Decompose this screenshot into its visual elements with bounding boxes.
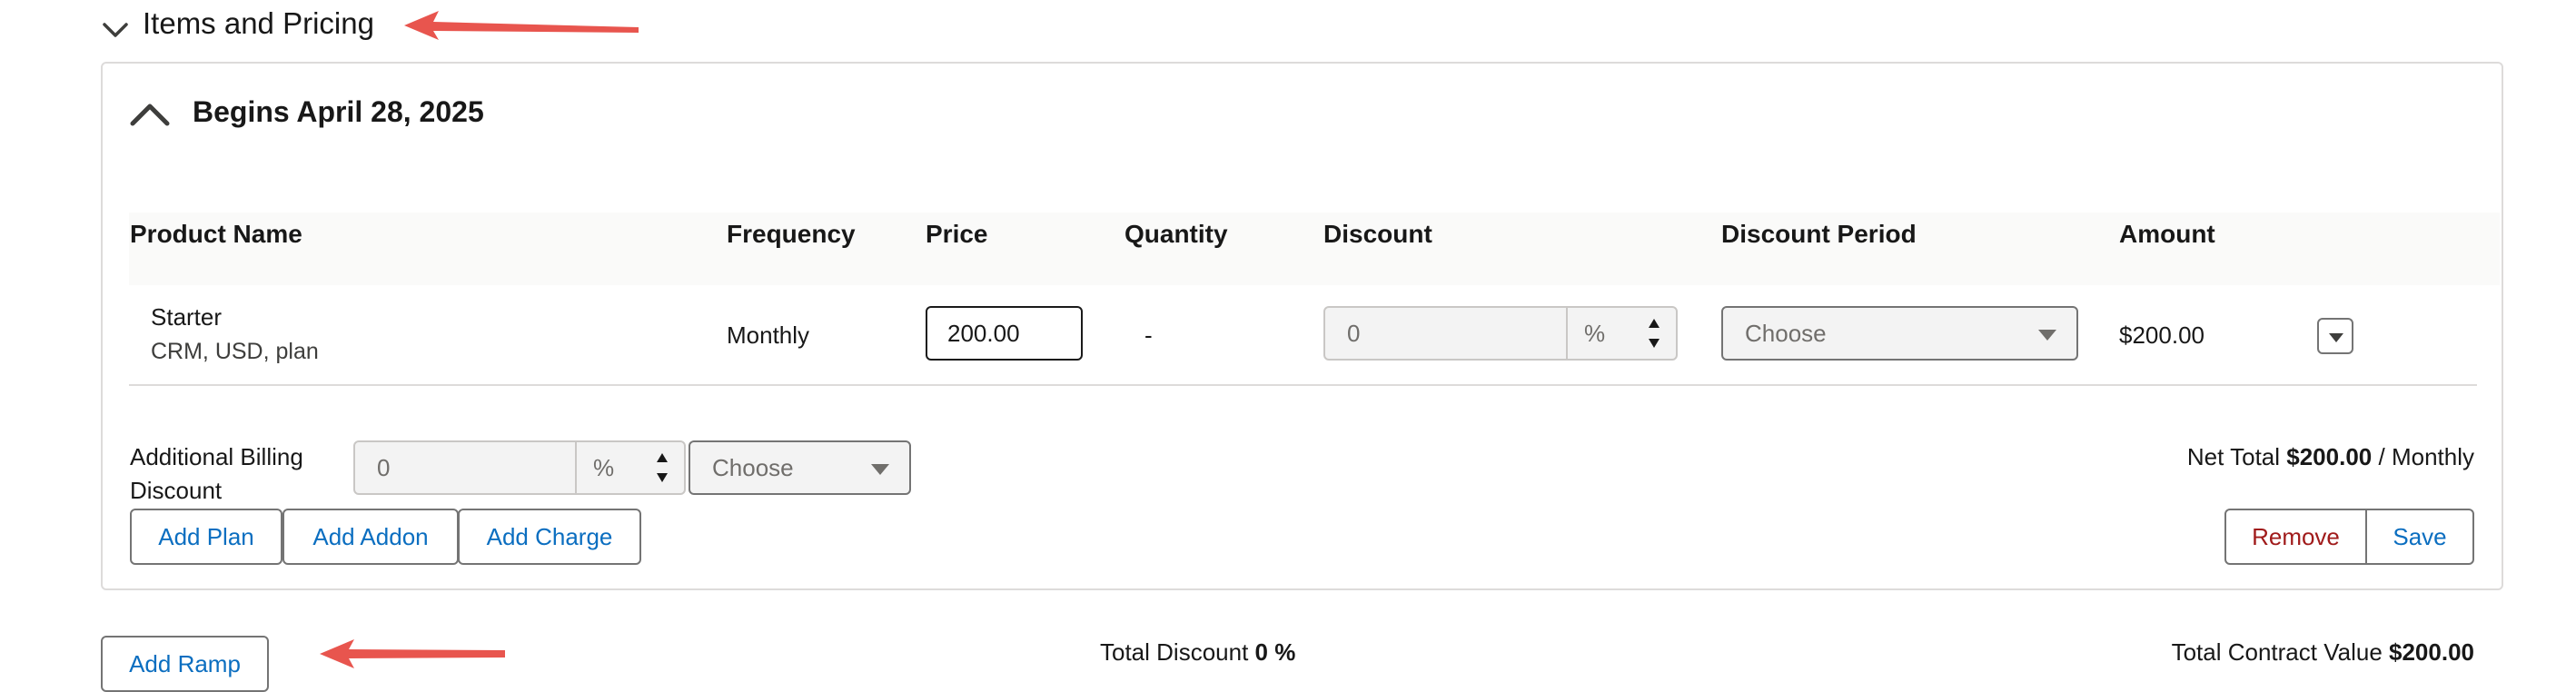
chevron-down-icon[interactable] bbox=[100, 15, 131, 45]
total-discount: Total Discount 0 % bbox=[1100, 637, 1295, 667]
chevron-down-icon bbox=[2038, 330, 2056, 341]
product-detail: CRM, USD, plan bbox=[151, 339, 319, 364]
additional-discount-value: 0 bbox=[377, 453, 391, 481]
quantity-value: - bbox=[1144, 321, 1153, 349]
stepper-arrows-icon[interactable] bbox=[1647, 315, 1661, 351]
total-contract-value-amount: $200.00 bbox=[2389, 638, 2474, 666]
net-total: Net Total $200.00 / Monthly bbox=[2187, 441, 2474, 472]
column-header-product-name: Product Name bbox=[130, 220, 302, 248]
additional-billing-label-2: Discount bbox=[130, 477, 223, 504]
net-total-label: Net Total bbox=[2186, 443, 2281, 470]
additional-billing-label: Additional Billing bbox=[130, 443, 303, 470]
additional-discount-unit-label: % bbox=[593, 453, 615, 481]
total-discount-value: 0 % bbox=[1254, 638, 1296, 666]
chevron-up-icon[interactable] bbox=[127, 94, 173, 131]
stepper-arrows-icon[interactable] bbox=[655, 450, 669, 486]
discount-unit[interactable]: % bbox=[1566, 308, 1676, 359]
discount-period-value: Choose bbox=[1745, 319, 1827, 347]
column-header-frequency: Frequency bbox=[727, 220, 856, 248]
product-name: Starter bbox=[151, 303, 223, 331]
discount-stepper[interactable]: 0 % bbox=[1323, 306, 1678, 361]
remove-button[interactable]: Remove bbox=[2224, 509, 2367, 565]
net-total-period: Monthly bbox=[2391, 443, 2474, 470]
section-title: Items and Pricing bbox=[143, 6, 374, 40]
annotation-arrow-icon bbox=[404, 11, 639, 40]
price-input[interactable]: 200.00 bbox=[926, 306, 1083, 361]
annotation-arrow-icon bbox=[320, 639, 505, 668]
row-divider bbox=[129, 384, 2477, 386]
additional-discount-unit[interactable]: % bbox=[575, 442, 684, 493]
save-button[interactable]: Save bbox=[2365, 509, 2474, 565]
total-discount-label: Total Discount bbox=[1100, 638, 1249, 666]
additional-discount-stepper[interactable]: 0 % bbox=[353, 440, 686, 495]
column-header-discount-period: Discount Period bbox=[1721, 220, 1917, 248]
additional-discount-period-select[interactable]: Choose bbox=[689, 440, 911, 495]
discount-period-select[interactable]: Choose bbox=[1721, 306, 2078, 361]
net-total-separator: / bbox=[2378, 443, 2385, 470]
column-header-amount: Amount bbox=[2119, 220, 2215, 248]
net-total-value: $200.00 bbox=[2286, 443, 2373, 470]
total-contract-label: Total Contract Value bbox=[2171, 638, 2383, 666]
column-header-quantity: Quantity bbox=[1125, 220, 1228, 248]
chevron-down-icon bbox=[871, 464, 889, 475]
add-ramp-button[interactable]: Add Ramp bbox=[101, 636, 269, 692]
ramp-title: Begins April 28, 2025 bbox=[193, 95, 484, 128]
discount-unit-label: % bbox=[1584, 319, 1606, 347]
total-contract-value: Total Contract Value $200.00 bbox=[2172, 637, 2474, 667]
additional-discount-period-value: Choose bbox=[712, 453, 794, 481]
discount-value: 0 bbox=[1347, 319, 1361, 347]
add-addon-button[interactable]: Add Addon bbox=[282, 509, 459, 565]
add-plan-button[interactable]: Add Plan bbox=[130, 509, 282, 565]
chevron-down-icon bbox=[2329, 333, 2343, 342]
row-actions-button[interactable] bbox=[2317, 318, 2353, 354]
add-charge-button[interactable]: Add Charge bbox=[458, 509, 641, 565]
amount-value: $200.00 bbox=[2119, 321, 2204, 349]
column-header-price: Price bbox=[926, 220, 988, 248]
frequency-value: Monthly bbox=[727, 321, 810, 349]
column-header-discount: Discount bbox=[1323, 220, 1432, 248]
